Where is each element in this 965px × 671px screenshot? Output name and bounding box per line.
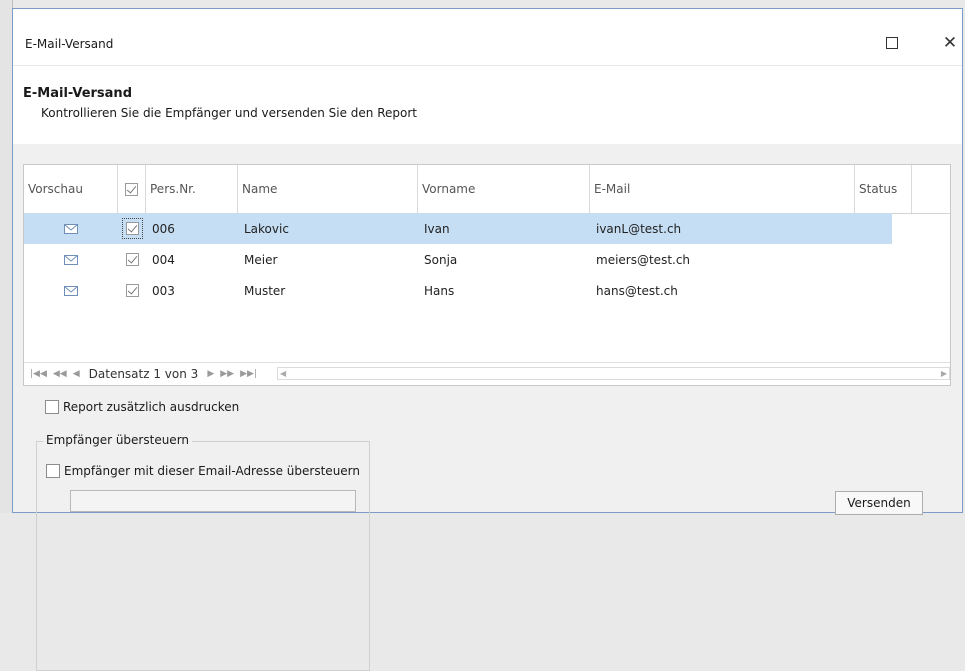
- next-page-icon[interactable]: ▶▶: [220, 369, 234, 379]
- vorname-cell: Hans: [424, 283, 455, 298]
- email-cell: hans@test.ch: [596, 283, 678, 298]
- override-email-input[interactable]: [70, 490, 356, 512]
- preview-cell[interactable]: [24, 213, 118, 244]
- email-dialog: E-Mail-Versand ✕ E-Mail-Versand Kontroll…: [12, 8, 963, 671]
- table-row[interactable]: 003 Muster Hans hans@test.ch: [24, 275, 892, 306]
- preview-cell[interactable]: [24, 275, 118, 306]
- prev-record-icon[interactable]: ◀: [73, 369, 80, 379]
- column-header-email[interactable]: E-Mail: [590, 165, 855, 213]
- next-record-icon[interactable]: ▶: [207, 369, 214, 379]
- name-cell: Meier: [244, 252, 278, 267]
- email-cell: ivanL@test.ch: [596, 221, 682, 236]
- column-header-name[interactable]: Name: [238, 165, 418, 213]
- maximize-icon: [886, 37, 898, 49]
- first-record-icon[interactable]: |◀◀: [30, 369, 47, 379]
- print-label: Report zusätzlich ausdrucken: [63, 400, 240, 414]
- grid-header: Vorschau Pers.Nr. Name Vorname E-Mail St…: [24, 165, 950, 214]
- close-icon: ✕: [942, 33, 958, 53]
- header-title: E-Mail-Versand: [23, 86, 132, 101]
- close-button[interactable]: ✕: [937, 31, 963, 55]
- row-checkbox-wrapper[interactable]: [125, 284, 139, 297]
- send-button[interactable]: Versenden: [835, 491, 923, 515]
- row-checkbox[interactable]: [125, 253, 139, 266]
- print-option[interactable]: Report zusätzlich ausdrucken: [45, 400, 239, 414]
- column-header-persnr[interactable]: Pers.Nr.: [146, 165, 238, 213]
- row-checkbox-wrapper[interactable]: [121, 218, 143, 239]
- title-bar: E-Mail-Versand ✕: [13, 9, 962, 65]
- scroll-right-icon[interactable]: ▶: [941, 368, 947, 379]
- mail-preview-icon[interactable]: [64, 254, 78, 265]
- column-header-status[interactable]: Status: [855, 165, 912, 213]
- row-checkbox[interactable]: [125, 284, 139, 297]
- dialog-content: Vorschau Pers.Nr. Name Vorname E-Mail St…: [13, 144, 962, 671]
- maximize-button[interactable]: [879, 31, 905, 55]
- scroll-left-icon[interactable]: ◀: [280, 368, 286, 379]
- table-row[interactable]: 006 Lakovic Ivan ivanL@test.ch: [24, 213, 892, 244]
- mail-preview-icon[interactable]: [64, 223, 78, 234]
- recipient-grid: Vorschau Pers.Nr. Name Vorname E-Mail St…: [23, 164, 951, 386]
- column-header-vorschau[interactable]: Vorschau: [24, 165, 118, 213]
- select-cell[interactable]: [118, 244, 146, 275]
- record-position: Datensatz 1 von 3: [88, 367, 199, 381]
- row-checkbox-wrapper[interactable]: [125, 253, 139, 266]
- vorname-cell: Sonja: [424, 252, 458, 267]
- persnr-cell: 003: [152, 283, 175, 298]
- email-cell: meiers@test.ch: [596, 252, 691, 267]
- mail-preview-icon[interactable]: [64, 285, 78, 296]
- persnr-cell: 006: [152, 221, 175, 236]
- table-row[interactable]: 004 Meier Sonja meiers@test.ch: [24, 244, 892, 275]
- select-cell[interactable]: [118, 275, 146, 306]
- row-checkbox[interactable]: [125, 222, 139, 235]
- column-header-select-all[interactable]: [118, 165, 146, 213]
- horizontal-scrollbar[interactable]: ◀ ▶: [277, 367, 950, 380]
- override-checkbox[interactable]: [46, 464, 60, 478]
- name-cell: Muster: [244, 283, 286, 298]
- status-cell: [855, 275, 912, 306]
- record-navigator: |◀◀ ◀◀ ◀ Datensatz 1 von 3 ▶ ▶▶ ▶▶| ◀ ▶: [24, 362, 950, 385]
- select-all-checkbox[interactable]: [125, 182, 138, 196]
- status-cell: [855, 244, 912, 275]
- override-label: Empfänger mit dieser Email-Adresse übers…: [64, 464, 361, 478]
- select-cell[interactable]: [118, 213, 146, 244]
- prev-page-icon[interactable]: ◀◀: [53, 369, 67, 379]
- preview-cell[interactable]: [24, 244, 118, 275]
- override-option[interactable]: Empfänger mit dieser Email-Adresse übers…: [46, 464, 360, 478]
- name-cell: Lakovic: [244, 221, 289, 236]
- print-checkbox[interactable]: [45, 400, 59, 414]
- persnr-cell: 004: [152, 252, 175, 267]
- vorname-cell: Ivan: [424, 221, 450, 236]
- column-header-vorname[interactable]: Vorname: [418, 165, 590, 213]
- override-group-label: Empfänger übersteuern: [43, 433, 193, 447]
- header-subtitle: Kontrollieren Sie die Empfänger und vers…: [41, 106, 417, 120]
- window-title: E-Mail-Versand: [25, 37, 114, 51]
- status-cell: [855, 213, 912, 244]
- dialog-header: E-Mail-Versand Kontrollieren Sie die Emp…: [13, 65, 962, 145]
- last-record-icon[interactable]: ▶▶|: [240, 369, 257, 379]
